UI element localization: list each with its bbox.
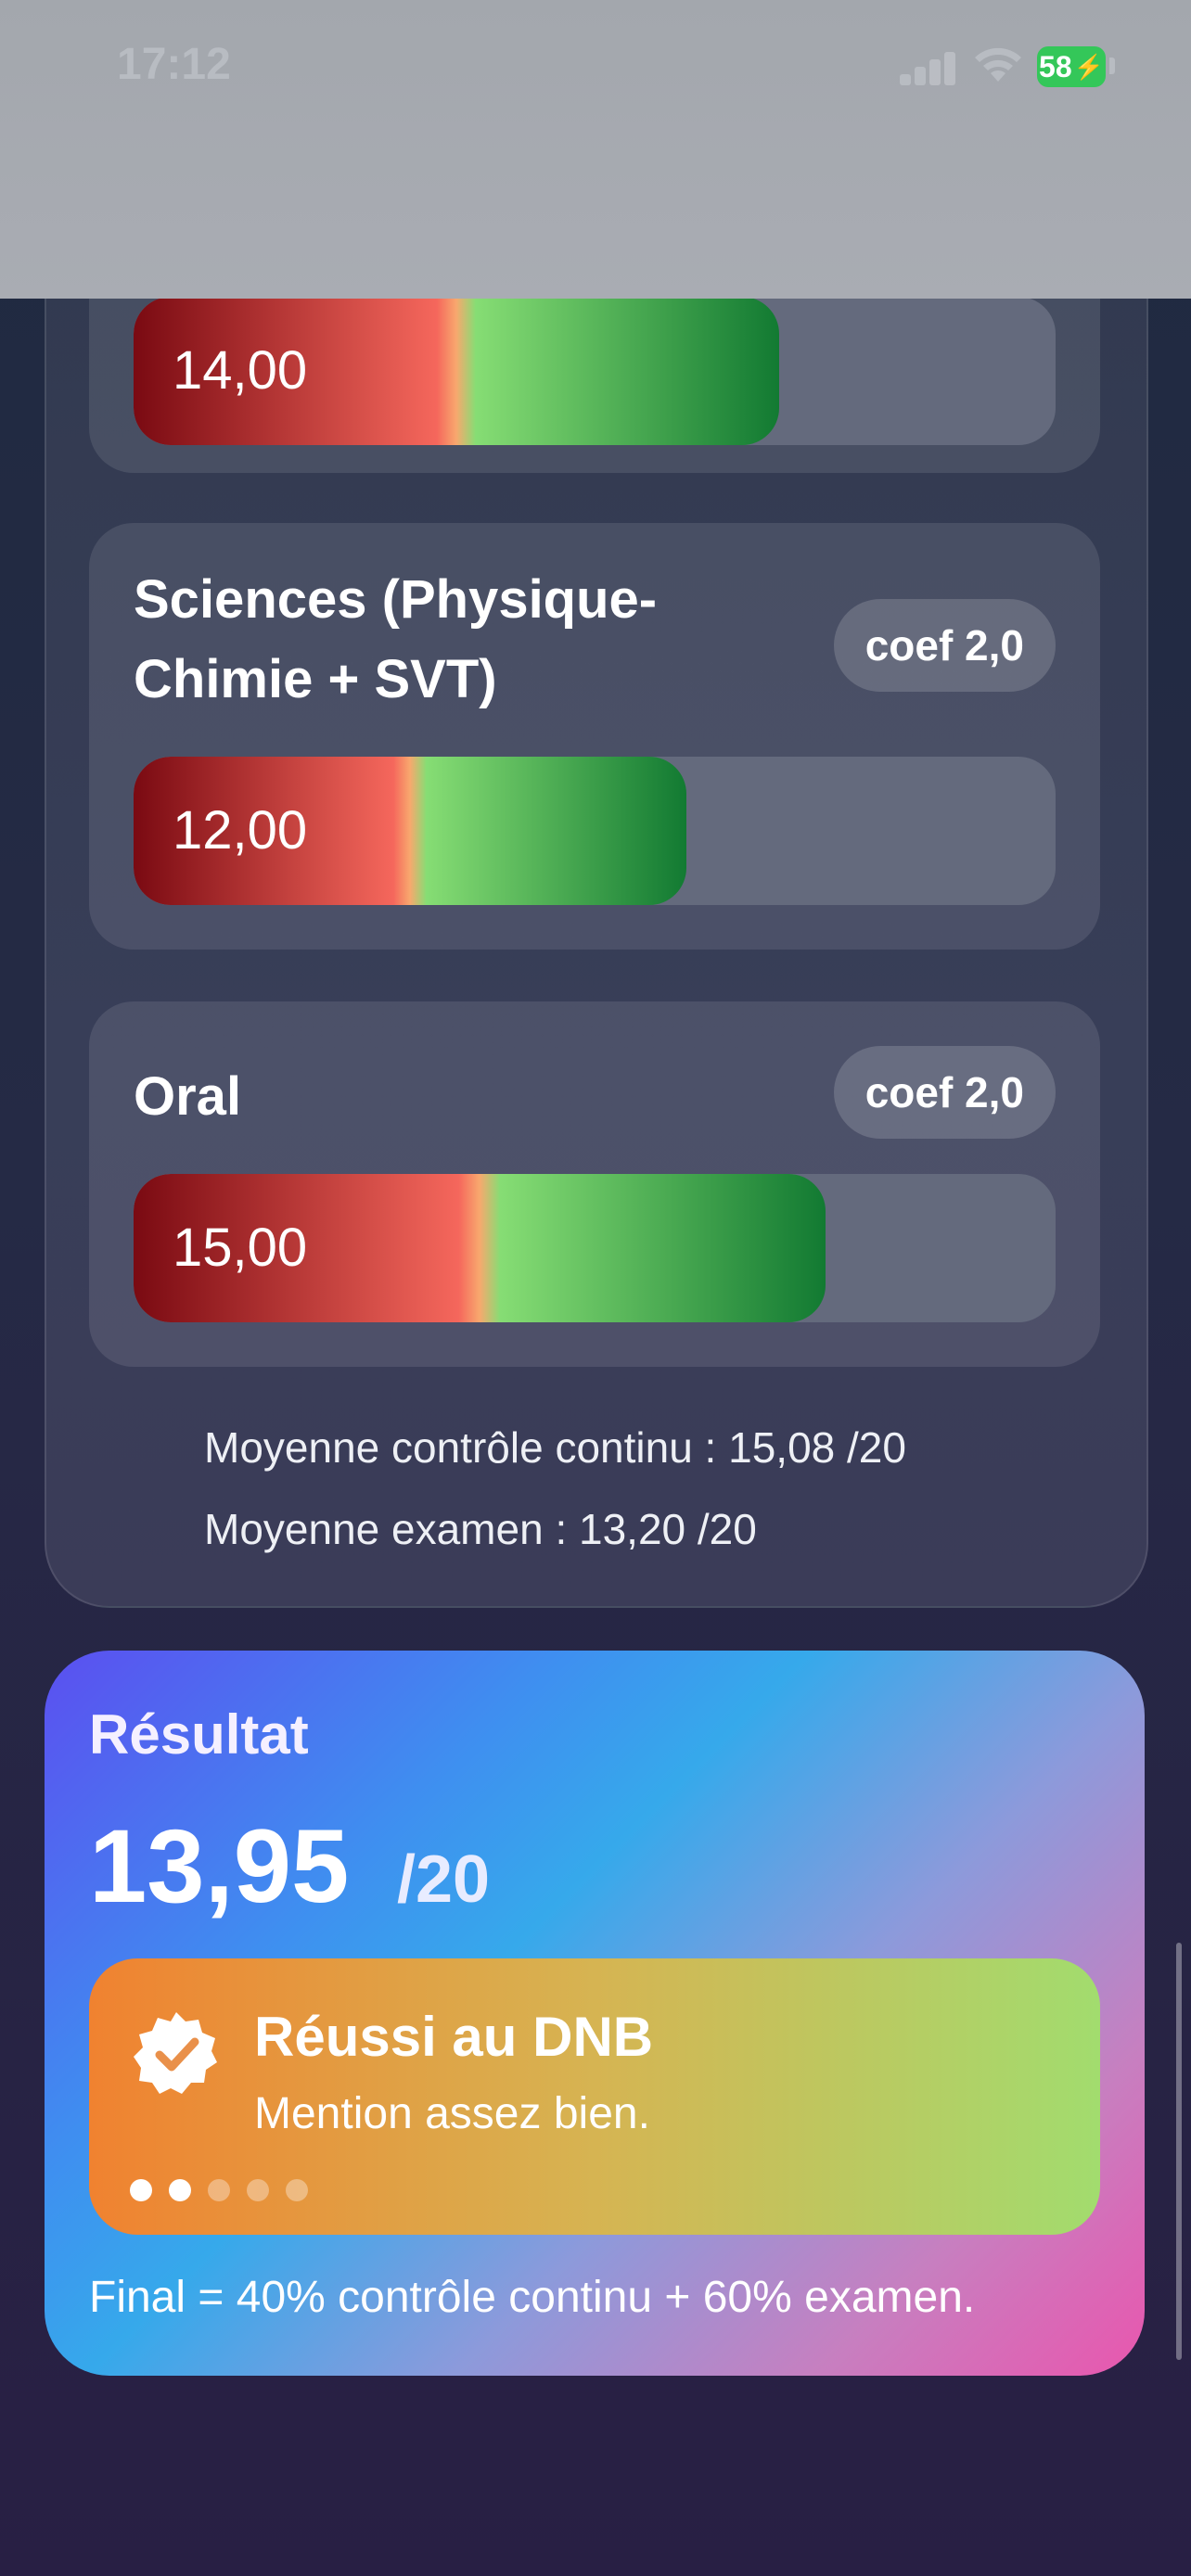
page-dot[interactable] — [130, 2179, 152, 2201]
subject-name: Oral — [134, 1066, 242, 1127]
page-dots[interactable] — [130, 2179, 308, 2201]
grade-value: 15,00 — [173, 1218, 308, 1278]
grade-bar[interactable]: 14,00 — [134, 297, 1056, 445]
subject-card: Sciences (Physique-Chimie + SVT) coef 2,… — [89, 523, 1100, 950]
cellular-signal-icon — [900, 48, 955, 85]
average-continuous-assessment: Moyenne contrôle continu : 15,08 /20 — [204, 1423, 906, 1472]
formula-note: Final = 40% contrôle continu + 60% exame… — [89, 2273, 976, 2322]
subject-card: Oral coef 2,0 15,00 — [89, 1001, 1100, 1367]
status-time: 17:12 — [117, 40, 231, 89]
page-dot[interactable] — [208, 2179, 230, 2201]
scrollbar[interactable] — [1176, 1943, 1182, 2360]
page-dot[interactable] — [286, 2179, 308, 2201]
battery-tip — [1109, 57, 1115, 74]
result-label: Résultat — [89, 1703, 309, 1766]
outcome-mention: Mention assez bien. — [254, 2089, 650, 2138]
battery-level: 58 — [1039, 49, 1072, 83]
coef-badge[interactable]: coef 2,0 — [833, 599, 1056, 692]
subject-name: Sciences (Physique-Chimie + SVT) — [134, 569, 658, 709]
result-card: Résultat 13,95 /20 Réussi au DNB Mention… — [45, 1651, 1145, 2376]
grade-value: 12,00 — [173, 800, 308, 861]
wifi-icon — [975, 47, 1021, 82]
grade-value: 14,00 — [173, 340, 308, 401]
outcome-badge-card[interactable]: Réussi au DNB Mention assez bien. — [89, 1958, 1100, 2235]
coef-badge[interactable]: coef 2,0 — [833, 1046, 1056, 1139]
final-score: 13,95 — [89, 1808, 350, 1924]
verified-badge-icon — [134, 2012, 217, 2094]
average-exam: Moyenne examen : 13,20 /20 — [204, 1505, 757, 1553]
outcome-title: Réussi au DNB — [254, 2006, 654, 2068]
grade-bar[interactable]: 15,00 — [134, 1174, 1056, 1322]
battery-icon: 58 ⚡ — [1037, 46, 1106, 87]
final-score-max: /20 — [397, 1843, 491, 1917]
page-dot[interactable] — [169, 2179, 191, 2201]
page-dot[interactable] — [247, 2179, 269, 2201]
grade-bar[interactable]: 12,00 — [134, 757, 1056, 905]
status-bar: 17:12 58 ⚡ — [0, 0, 1191, 299]
